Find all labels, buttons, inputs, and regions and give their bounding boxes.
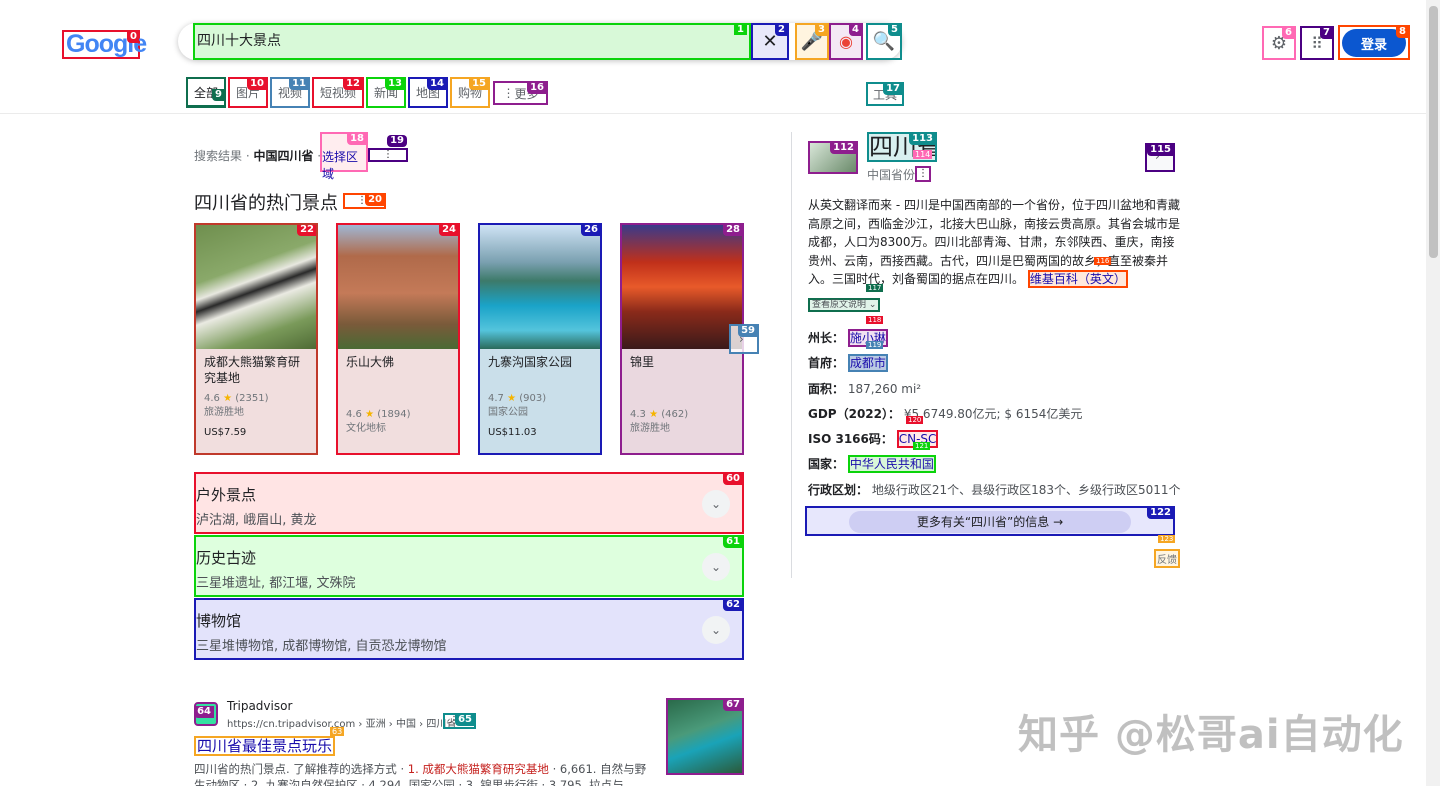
panda-image — [196, 225, 316, 349]
jiuzhaigou-image — [480, 225, 600, 349]
view-original-toggle[interactable]: 查看原文说明 ⌄ — [808, 298, 881, 312]
scrollbar[interactable] — [1426, 0, 1440, 786]
result-site-name: Tripadvisor — [227, 699, 293, 713]
star-icon: ★ — [223, 393, 233, 404]
login-button-frame[interactable]: 登录 8 — [1338, 25, 1410, 60]
carousel-next-button[interactable]: › 59 — [729, 324, 759, 354]
category-outdoor[interactable]: 户外景点 泸沽湖, 峨眉山, 黄龙 ⌄ 60 — [194, 472, 744, 534]
lens-button[interactable]: ◉ 4 — [829, 23, 863, 60]
region-menu-button[interactable]: ⋮ 19 — [368, 135, 408, 162]
attraction-card-leshan[interactable]: 乐山大佛 4.6 ★ (1894) 文化地标 24 — [336, 223, 460, 455]
fact-capital: 首府： 成都市 — [808, 354, 888, 372]
result-snippet: 四川省的热门景点. 了解推荐的选择方式 · 1. 成都大熊猫繁育研究基地 · 6… — [194, 762, 647, 776]
header-divider — [0, 113, 1440, 114]
result-menu-button[interactable]: ⋮ 65 — [443, 713, 476, 729]
result-snippet-line2: 生动物区 · 2. 九寨沟自然保护区 · 4,294. 国家公园 · 3. 锦里… — [194, 778, 624, 786]
tripadvisor-favicon[interactable]: 64 — [194, 702, 218, 726]
jinli-image — [622, 225, 742, 349]
watermark: 知乎 @松哥ai自动化 — [1018, 712, 1404, 758]
star-icon: ★ — [649, 409, 659, 420]
settings-button[interactable]: ⚙ 6 — [1262, 26, 1296, 60]
knowledge-subtitle: 中国省份 — [867, 168, 916, 182]
results-region-line: 搜索结果 · 中国四川省 · — [194, 149, 322, 163]
fact-area: 面积： 187,260 mi² — [808, 382, 922, 396]
fact-gdp: GDP（2022）： ¥5,6749.80亿元; $ 6154亿美元 — [808, 407, 1083, 421]
category-historic[interactable]: 历史古迹 三星堆遗址, 都江堰, 文殊院 ⌄ 61 — [194, 535, 744, 597]
fact-country: 国家： 中华人民共和国 — [808, 455, 936, 473]
tab-short-videos[interactable]: 短视频 12 — [312, 77, 364, 108]
search-input[interactable]: 四川十大景点 — [193, 23, 751, 60]
chevron-down-icon: ⌄ — [702, 553, 730, 581]
more-info-button[interactable]: 更多有关“四川省”的信息 → 122 — [805, 506, 1175, 536]
capital-link[interactable]: 成都市 — [847, 354, 888, 372]
knowledge-share-button[interactable]: › 115 — [1145, 143, 1175, 172]
result-thumbnail[interactable]: 67 — [666, 698, 744, 775]
tab-shopping[interactable]: 购物 15 — [450, 77, 490, 108]
star-icon: ★ — [365, 409, 375, 420]
attractions-title: 四川省的热门景点 — [194, 193, 338, 214]
attractions-menu-button[interactable]: ⋮ 20 — [343, 193, 386, 209]
scrollbar-thumb[interactable] — [1429, 6, 1438, 258]
voice-search-button[interactable]: 🎤 3 — [795, 23, 829, 60]
tab-maps[interactable]: 地图 14 — [408, 77, 448, 108]
category-museums[interactable]: 博物馆 三星堆博物馆, 成都博物馆, 自贡恐龙博物馆 ⌄ 62 — [194, 598, 744, 660]
chevron-down-icon: ⌄ — [868, 300, 877, 310]
arrow-right-icon: → — [1053, 515, 1064, 529]
change-region-link[interactable]: 选择区域 18 — [320, 132, 368, 181]
fact-divisions: 行政区划： 地级行政区21个、县级行政区183个、乡级行政区5011个 — [808, 483, 1181, 497]
tab-more[interactable]: ⋮ 更多 16 — [493, 81, 548, 105]
tab-all[interactable]: 全部 9 — [186, 77, 226, 108]
tab-images[interactable]: 图片 10 — [228, 77, 268, 108]
panel-divider — [791, 132, 792, 578]
sichuan-map-thumbnail[interactable]: 112 — [808, 141, 858, 174]
attraction-card-panda[interactable]: 成都大熊猫繁育研究基地 4.6 ★ (2351) 旅游胜地 US$7.59 22 — [194, 223, 318, 455]
clear-button[interactable]: ✕ 2 — [751, 23, 789, 60]
feedback-link[interactable]: 反馈 — [1154, 549, 1180, 568]
leshan-image — [338, 225, 458, 349]
google-logo[interactable]: Google 0 — [62, 30, 147, 59]
star-icon: ★ — [507, 393, 517, 404]
chevron-down-icon: ⌄ — [702, 616, 730, 644]
search-button[interactable]: 🔍 5 — [866, 23, 902, 60]
result-title-link[interactable]: 四川省最佳景点玩乐 — [194, 736, 336, 756]
attraction-card-jiuzhaigou[interactable]: 九寨沟国家公园 4.7 ★ (903) 国家公园 US$11.03 26 — [478, 223, 602, 455]
tools-button[interactable]: 工具17 — [866, 82, 904, 106]
tab-news[interactable]: 新闻 13 — [366, 77, 406, 108]
wikipedia-link[interactable]: 维基百科（英文） — [1027, 270, 1128, 288]
chevron-down-icon: ⌄ — [702, 490, 730, 518]
more-vert-icon: ⋮ — [918, 168, 928, 179]
country-link[interactable]: 中华人民共和国 — [847, 455, 936, 473]
more-vert-icon: ⋮ — [383, 149, 393, 160]
knowledge-menu-button[interactable]: ⋮ — [915, 166, 931, 182]
attraction-card-jinli[interactable]: 锦里 4.3 ★ (462) 旅游胜地 28 — [620, 223, 744, 455]
apps-button[interactable]: ⠿ 7 — [1300, 26, 1334, 60]
tab-videos[interactable]: 视频 11 — [270, 77, 310, 108]
knowledge-description: 从英文翻译而来 - 四川是中国西南部的一个省份，位于四川盆地和青藏高原之间，西临… — [808, 198, 1181, 288]
more-vert-icon: ⋮ — [502, 86, 515, 100]
